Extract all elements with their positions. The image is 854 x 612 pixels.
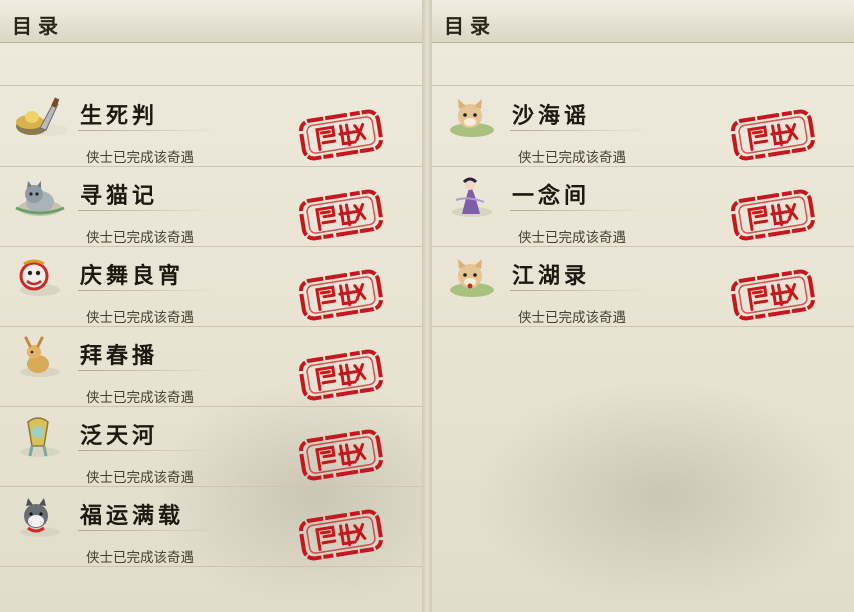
title-underline xyxy=(78,290,218,291)
jade-ornament-icon xyxy=(10,416,68,458)
left-panel: 目录 生死判 侠士已完成该奇遇 寻猫记 侠士已完成该奇遇 庆舞良宵 侠士已完成该… xyxy=(0,0,422,612)
completed-stamp-icon xyxy=(295,426,387,485)
completed-stamp-icon xyxy=(727,266,819,325)
ink-landscape-decoration xyxy=(472,380,852,610)
adventure-status: 侠士已完成该奇遇 xyxy=(518,310,626,326)
completed-stamp-icon xyxy=(727,106,819,165)
lion-dance-icon xyxy=(10,256,68,298)
title-underline xyxy=(510,130,650,131)
title-underline xyxy=(78,530,218,531)
adventure-status: 侠士已完成该奇遇 xyxy=(86,150,194,166)
completed-stamp-icon xyxy=(295,266,387,325)
title-underline xyxy=(78,370,218,371)
title-underline xyxy=(510,210,650,211)
adventure-title: 生死判 xyxy=(80,103,159,129)
adventure-entry[interactable]: 一念间 侠士已完成该奇遇 xyxy=(432,166,854,247)
panel-divider xyxy=(422,0,432,612)
adventure-status: 侠士已完成该奇遇 xyxy=(86,550,194,566)
adventure-title: 拜春播 xyxy=(80,343,159,369)
completed-stamp-icon xyxy=(727,186,819,245)
adventure-entry[interactable]: 寻猫记 侠士已完成该奇遇 xyxy=(0,166,422,247)
adventure-status: 侠士已完成该奇遇 xyxy=(86,470,194,486)
panel-header: 目录 xyxy=(0,0,422,43)
adventure-title: 沙海谣 xyxy=(512,103,591,129)
adventure-title: 福运满载 xyxy=(80,503,185,529)
right-panel: 目录 沙海谣 侠士已完成该奇遇 一念间 侠士已完成该奇遇 江湖录 侠士已完成该奇… xyxy=(432,0,854,612)
completed-stamp-icon xyxy=(295,186,387,245)
panel-title: 目录 xyxy=(444,14,496,38)
completed-stamp-icon xyxy=(295,506,387,565)
adventure-status: 侠士已完成该奇遇 xyxy=(518,230,626,246)
completed-stamp-icon xyxy=(295,106,387,165)
panel-title: 目录 xyxy=(12,14,64,38)
grey-cat-icon xyxy=(10,176,68,218)
adventure-status: 侠士已完成该奇遇 xyxy=(518,150,626,166)
adventure-entry[interactable]: 江湖录 侠士已完成该奇遇 xyxy=(432,246,854,327)
adventure-entry[interactable]: 拜春播 侠士已完成该奇遇 xyxy=(0,326,422,407)
gold-ingot-knife-icon xyxy=(10,96,68,138)
deer-icon xyxy=(10,336,68,378)
panel-header: 目录 xyxy=(432,0,854,43)
adventure-title: 庆舞良宵 xyxy=(80,263,185,289)
adventure-entry[interactable]: 生死判 侠士已完成该奇遇 xyxy=(0,86,422,167)
completed-stamp-icon xyxy=(295,346,387,405)
adventure-title: 泛天河 xyxy=(80,423,159,449)
fox-icon xyxy=(442,256,500,298)
adventure-title: 寻猫记 xyxy=(80,183,159,209)
title-underline xyxy=(78,130,218,131)
adventure-status: 侠士已完成该奇遇 xyxy=(86,390,194,406)
adventure-entry[interactable]: 福运满载 侠士已完成该奇遇 xyxy=(0,486,422,567)
title-underline xyxy=(510,290,650,291)
husky-dog-icon xyxy=(10,496,68,538)
adventure-entry[interactable]: 庆舞良宵 侠士已完成该奇遇 xyxy=(0,246,422,327)
fox-icon xyxy=(442,96,500,138)
adventure-entry[interactable]: 泛天河 侠士已完成该奇遇 xyxy=(0,406,422,487)
adventure-status: 侠士已完成该奇遇 xyxy=(86,310,194,326)
purple-figure-icon xyxy=(442,176,500,218)
adventure-entry[interactable]: 沙海谣 侠士已完成该奇遇 xyxy=(432,86,854,167)
title-underline xyxy=(78,450,218,451)
title-underline xyxy=(78,210,218,211)
adventure-title: 江湖录 xyxy=(512,263,591,289)
adventure-status: 侠士已完成该奇遇 xyxy=(86,230,194,246)
adventure-title: 一念间 xyxy=(512,183,591,209)
